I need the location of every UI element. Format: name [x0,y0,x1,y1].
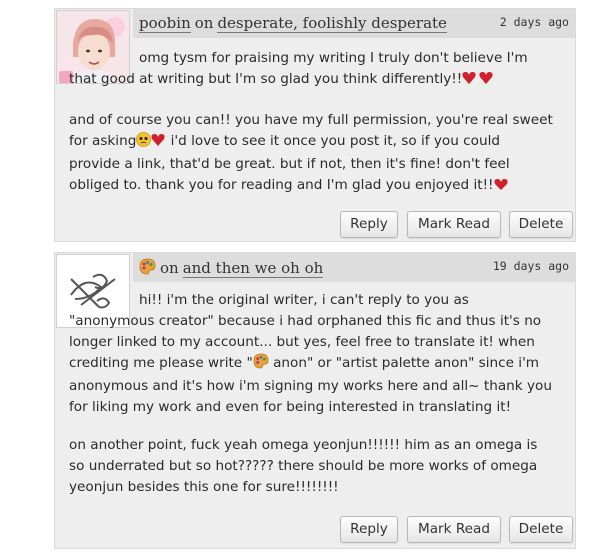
comment-paragraph-2: on another point, fuck yeah omega yeonju… [69,437,538,495]
reply-button[interactable]: Reply [340,211,398,238]
pleading-face-icon [136,132,166,154]
work-link[interactable]: desperate, foolishly desperate [217,14,447,33]
artist-palette-icon [139,258,156,279]
heart-icon [462,71,494,92]
comment-2: on and then we oh oh 19 days ago hi!! i'm… [54,252,576,549]
comment-time: 19 days ago [492,259,569,273]
mark-read-button[interactable]: Mark Read [407,516,501,543]
delete-button[interactable]: Delete [509,211,573,238]
on-label: on [194,14,214,32]
on-label: on [160,259,179,277]
comment-header: poobin on desperate, foolishly desperate 2… [133,9,575,38]
comment-time: 2 days ago [499,15,569,29]
heart-icon [493,177,509,198]
comment-paragraph-1: hi!! i'm the original writer, i can't re… [69,292,552,415]
comment-header: on and then we oh oh 19 days ago [133,253,575,282]
author-link[interactable]: poobin [139,14,191,33]
artist-palette-icon [253,353,269,376]
comment-1: poobin on desperate, foolishly desperate 2… [54,8,576,242]
work-link[interactable]: and then we oh oh [182,259,324,278]
mark-read-button[interactable]: Mark Read [407,211,501,238]
comment-paragraph-1: omg tysm for praising my writing I truly… [69,48,555,92]
reply-button[interactable]: Reply [340,516,398,543]
comment-paragraph-2: and of course you can!! you have my full… [69,110,555,198]
delete-button[interactable]: Delete [509,516,573,543]
